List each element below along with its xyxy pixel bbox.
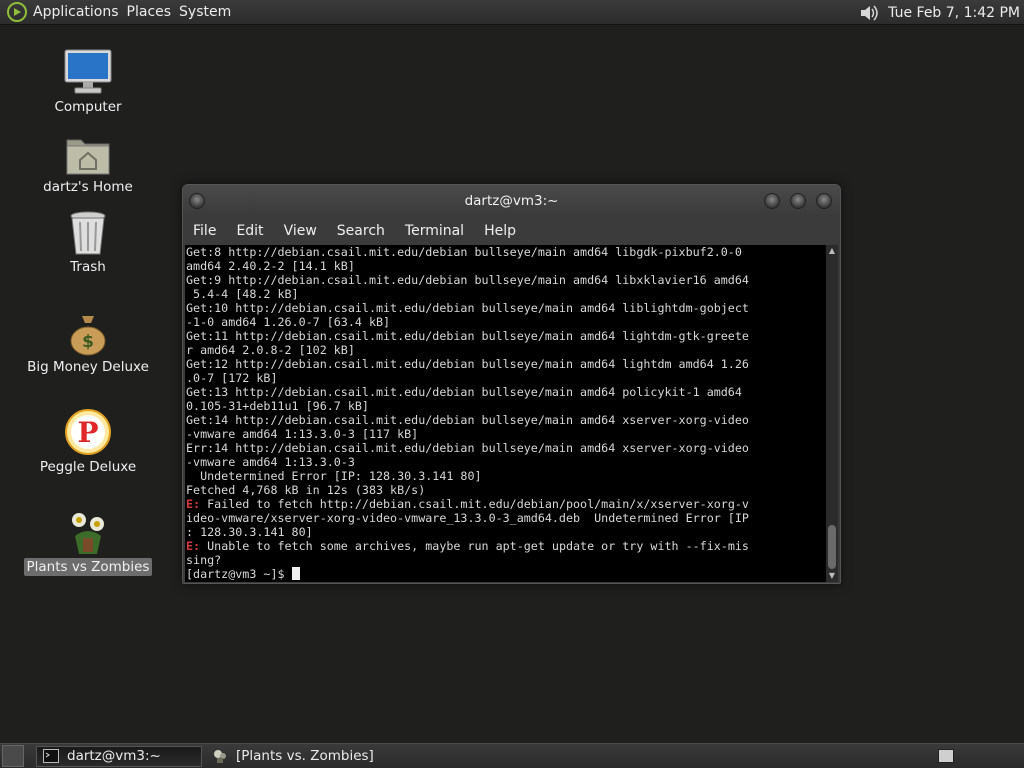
- terminal-line: -1-0 amd64 1.26.0-7 [63.4 kB]: [186, 315, 391, 329]
- computer-icon: [64, 49, 112, 94]
- shell-prompt: [dartz@vm3 ~]$: [186, 567, 292, 581]
- terminal-line: amd64 2.40.2-2 [14.1 kB]: [186, 259, 355, 273]
- menu-terminal[interactable]: Terminal: [405, 223, 464, 239]
- maximize-button[interactable]: [790, 193, 806, 209]
- terminal-line: Get:9 http://debian.csail.mit.edu/debian…: [186, 273, 749, 287]
- taskbar-item-label: dartz@vm3:~: [67, 748, 161, 764]
- plants-vs-zombies-icon: [72, 513, 104, 554]
- applications-logo-icon[interactable]: [6, 1, 28, 23]
- menu-edit[interactable]: Edit: [236, 223, 263, 239]
- menu-file[interactable]: File: [193, 223, 216, 239]
- terminal-line: Get:10 http://debian.csail.mit.edu/debia…: [186, 301, 749, 315]
- desktop-icon-label: Big Money Deluxe: [27, 359, 149, 375]
- terminal-line: 0.105-31+deb11u1 [96.7 kB]: [186, 399, 369, 413]
- terminal-line: -vmware amd64 1:13.3.0-3 [117 kB]: [186, 427, 419, 441]
- applications-menu[interactable]: Applications: [33, 4, 127, 20]
- terminal-menubar: File Edit View Search Terminal Help: [183, 217, 840, 245]
- terminal-line: Get:14 http://debian.csail.mit.edu/debia…: [186, 413, 749, 427]
- money-bag-icon: $: [70, 316, 106, 356]
- trash-icon: [70, 211, 106, 255]
- terminal-output[interactable]: Get:8 http://debian.csail.mit.edu/debian…: [185, 245, 826, 582]
- terminal-window[interactable]: dartz@vm3:~ File Edit View Search Termin…: [182, 184, 841, 584]
- terminal-line: 5.4-4 [48.2 kB]: [186, 287, 299, 301]
- terminal-line: Undetermined Error [IP: 128.30.3.141 80]: [186, 469, 482, 483]
- desktop-icon-label: Trash: [70, 259, 106, 275]
- taskbar-item-plants-vs-zombies[interactable]: [Plants vs. Zombies]: [206, 746, 380, 767]
- scroll-down-arrow-icon[interactable]: ▼: [826, 570, 838, 582]
- desktop-icon-plants-vs-zombies[interactable]: Plants vs Zombies: [18, 504, 158, 576]
- terminal-line: Get:8 http://debian.csail.mit.edu/debian…: [186, 245, 742, 259]
- desktop-icon-label: dartz's Home: [43, 179, 133, 195]
- error-prefix: E:: [186, 539, 201, 553]
- menu-search[interactable]: Search: [337, 223, 385, 239]
- scrollbar-thumb[interactable]: [828, 525, 836, 569]
- peggle-icon: P: [65, 409, 111, 455]
- bottom-panel: dartz@vm3:~ [Plants vs. Zombies]: [0, 743, 1024, 768]
- desktop-icon-peggle[interactable]: P Peggle Deluxe: [18, 404, 158, 476]
- terminal-line: Get:13 http://debian.csail.mit.edu/debia…: [186, 385, 742, 399]
- terminal-line: Fetched 4,768 kB in 12s (383 kB/s): [186, 483, 426, 497]
- terminal-line: r amd64 2.0.8-2 [102 kB]: [186, 343, 355, 357]
- desktop-icon-home[interactable]: dartz's Home: [18, 124, 158, 196]
- error-text: Unable to fetch some archives, maybe run…: [200, 539, 749, 553]
- window-menu-button[interactable]: [189, 193, 205, 209]
- desktop-icon-label: Computer: [54, 99, 122, 115]
- desktop-icon-big-money[interactable]: $ Big Money Deluxe: [18, 304, 158, 376]
- terminal-line: -vmware amd64 1:13.3.0-3: [186, 455, 355, 469]
- svg-text:P: P: [77, 416, 98, 449]
- terminal-line: sing?: [186, 553, 222, 567]
- taskbar-item-label: [Plants vs. Zombies]: [236, 748, 374, 764]
- minimize-button[interactable]: [764, 193, 780, 209]
- desktop-icon-label: Plants vs Zombies: [23, 558, 153, 576]
- terminal-icon: [43, 749, 59, 763]
- home-folder-icon: [66, 139, 110, 175]
- terminal-scrollbar[interactable]: ▲ ▼: [826, 245, 838, 582]
- show-desktop-button[interactable]: [2, 745, 24, 767]
- terminal-line: ideo-vmware/xserver-xorg-video-vmware_13…: [186, 511, 749, 525]
- terminal-line: : 128.30.3.141 80]: [186, 525, 313, 539]
- desktop-icon-trash[interactable]: Trash: [18, 204, 158, 276]
- terminal-line: Get:12 http://debian.csail.mit.edu/debia…: [186, 357, 749, 371]
- error-text: Failed to fetch http://debian.csail.mit.…: [200, 497, 749, 511]
- terminal-line: .0-7 [172 kB]: [186, 371, 278, 385]
- clock[interactable]: Tue Feb 7, 1:42 PM: [888, 5, 1020, 21]
- top-panel: Applications Places System Tue Feb 7, 1:…: [0, 0, 1024, 25]
- terminal-line: Get:11 http://debian.csail.mit.edu/debia…: [186, 329, 749, 343]
- window-titlebar[interactable]: dartz@vm3:~: [183, 185, 840, 217]
- terminal-line: Err:14 http://debian.csail.mit.edu/debia…: [186, 441, 749, 455]
- error-prefix: E:: [186, 497, 201, 511]
- system-menu[interactable]: System: [179, 4, 239, 20]
- window-title: dartz@vm3:~: [464, 193, 559, 209]
- desktop-icon-computer[interactable]: Computer: [18, 44, 158, 116]
- desktop-icon-label: Peggle Deluxe: [39, 459, 137, 475]
- taskbar-item-terminal[interactable]: dartz@vm3:~: [36, 745, 202, 767]
- terminal-prompt-line[interactable]: [dartz@vm3 ~]$: [186, 567, 826, 581]
- workspace-switcher[interactable]: [938, 749, 954, 763]
- panel-tray: Tue Feb 7, 1:42 PM: [858, 0, 1020, 25]
- terminal-error-line: E: Failed to fetch http://debian.csail.m…: [186, 497, 826, 511]
- scroll-up-arrow-icon[interactable]: ▲: [826, 245, 838, 257]
- places-menu[interactable]: Places: [127, 4, 180, 20]
- volume-icon[interactable]: [858, 3, 880, 23]
- svg-text:$: $: [82, 332, 94, 352]
- menu-help[interactable]: Help: [484, 223, 516, 239]
- text-cursor: [291, 567, 300, 580]
- close-button[interactable]: [816, 193, 832, 209]
- terminal-error-line: E: Unable to fetch some archives, maybe …: [186, 539, 826, 553]
- plants-vs-zombies-small-icon: [214, 750, 226, 763]
- menu-view[interactable]: View: [284, 223, 317, 239]
